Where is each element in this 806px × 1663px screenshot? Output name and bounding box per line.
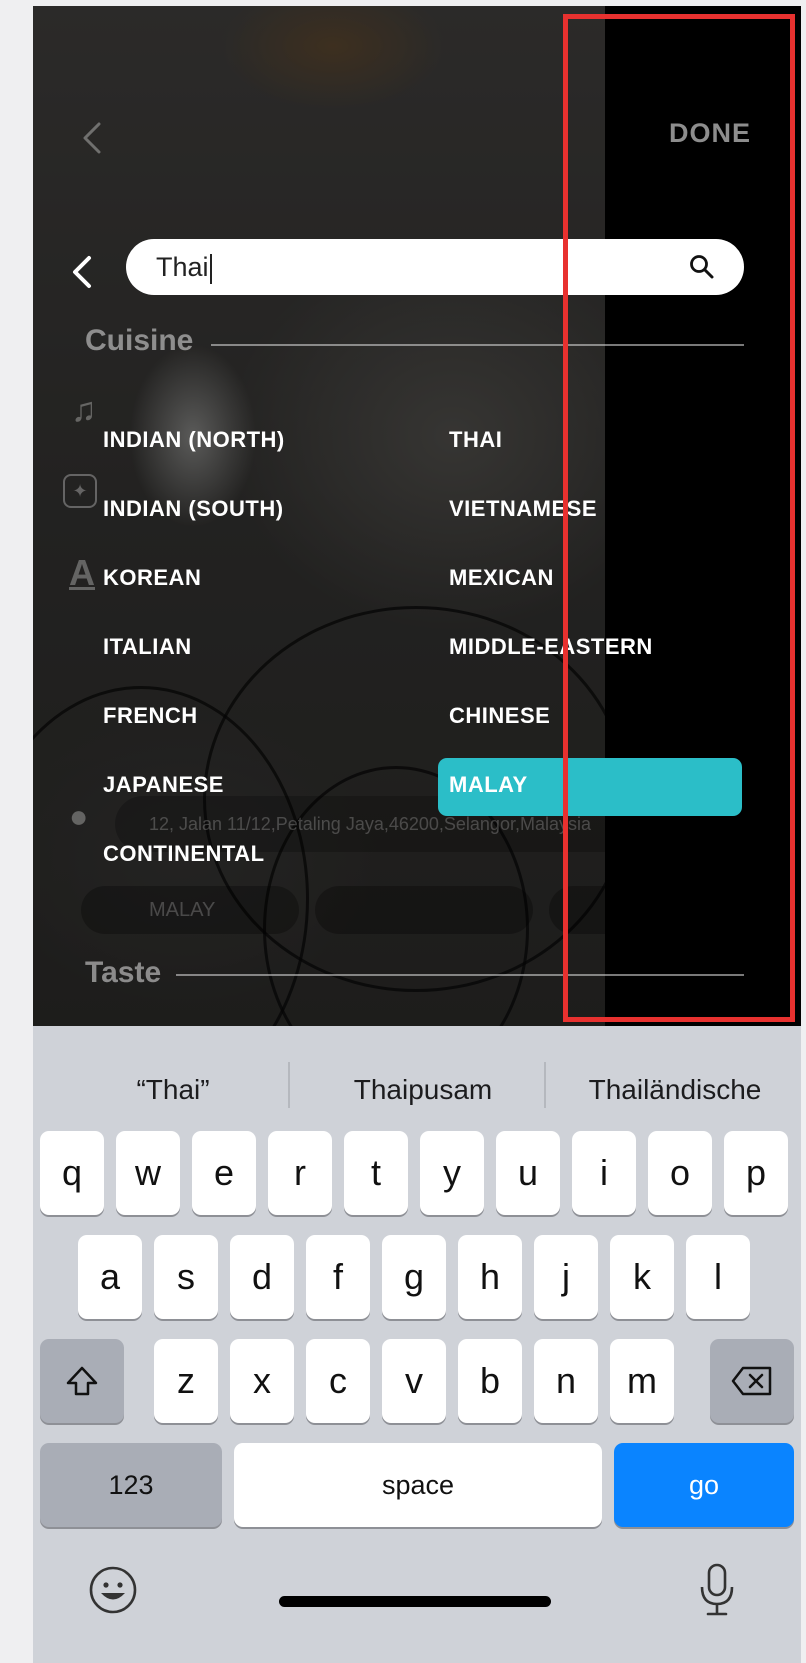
numbers-key[interactable]: 123 — [40, 1443, 222, 1527]
key[interactable]: u — [496, 1131, 560, 1215]
cuisine-option[interactable]: KOREAN — [103, 565, 201, 591]
phone-screen: ♫ ✦ A ● 12, Jalan 11/12,Petaling Jaya,46… — [33, 6, 801, 1663]
key[interactable]: w — [116, 1131, 180, 1215]
sparkle-icon: ✦ — [63, 474, 97, 508]
cuisine-option[interactable]: CONTINENTAL — [103, 841, 265, 867]
home-indicator — [279, 1596, 551, 1607]
key[interactable]: g — [382, 1235, 446, 1319]
key[interactable]: p — [724, 1131, 788, 1215]
emoji-icon[interactable] — [87, 1564, 139, 1616]
key[interactable]: h — [458, 1235, 522, 1319]
annotation-highlight-box — [563, 14, 795, 1022]
key[interactable]: f — [306, 1235, 370, 1319]
key[interactable]: a — [78, 1235, 142, 1319]
search-input[interactable]: Thai — [156, 252, 212, 284]
key[interactable]: s — [154, 1235, 218, 1319]
key[interactable]: o — [648, 1131, 712, 1215]
microphone-icon[interactable] — [697, 1562, 737, 1618]
music-icon: ♫ — [71, 391, 97, 429]
key[interactable]: z — [154, 1339, 218, 1423]
key[interactable]: q — [40, 1131, 104, 1215]
on-screen-keyboard: “Thai” Thaipusam Thailändische q w e r t… — [33, 1026, 801, 1663]
key[interactable]: r — [268, 1131, 332, 1215]
chip-malay: MALAY — [81, 886, 299, 934]
search-back-chevron-icon[interactable] — [63, 252, 103, 292]
suggestion-divider — [544, 1062, 546, 1108]
key[interactable]: m — [610, 1339, 674, 1423]
chip-label: MALAY — [149, 899, 216, 921]
key[interactable]: v — [382, 1339, 446, 1423]
suggestion-item[interactable]: Thaipusam — [303, 1074, 543, 1106]
cuisine-option[interactable]: INDIAN (NORTH) — [103, 427, 285, 453]
cuisine-option[interactable]: FRENCH — [103, 703, 198, 729]
cuisine-option[interactable]: INDIAN (SOUTH) — [103, 496, 284, 522]
back-chevron-icon[interactable] — [73, 118, 113, 158]
text-icon: A — [69, 552, 95, 593]
section-title-taste: Taste — [85, 956, 162, 989]
backspace-icon — [731, 1366, 772, 1396]
key[interactable]: j — [534, 1235, 598, 1319]
section-title-cuisine: Cuisine — [85, 324, 194, 357]
key[interactable]: i — [572, 1131, 636, 1215]
key[interactable]: b — [458, 1339, 522, 1423]
cuisine-option[interactable]: CHINESE — [449, 703, 550, 729]
chip-empty — [315, 886, 533, 934]
cuisine-option-selected[interactable]: MALAY — [449, 772, 528, 798]
key[interactable]: d — [230, 1235, 294, 1319]
suggestion-divider — [288, 1062, 290, 1108]
space-key[interactable]: space — [234, 1443, 602, 1527]
address-text: 12, Jalan 11/12,Petaling Jaya,46200,Sela… — [149, 814, 591, 834]
shift-key[interactable] — [40, 1339, 124, 1423]
key[interactable]: c — [306, 1339, 370, 1423]
key[interactable]: y — [420, 1131, 484, 1215]
key[interactable]: k — [610, 1235, 674, 1319]
text-caret — [209, 253, 212, 284]
search-input-value: Thai — [156, 252, 209, 282]
key[interactable]: l — [686, 1235, 750, 1319]
cuisine-option[interactable]: THAI — [449, 427, 502, 453]
cuisine-option[interactable]: MEXICAN — [449, 565, 554, 591]
go-key[interactable]: go — [614, 1443, 794, 1527]
key[interactable]: t — [344, 1131, 408, 1215]
cuisine-option[interactable]: JAPANESE — [103, 772, 224, 798]
cuisine-option[interactable]: ITALIAN — [103, 634, 192, 660]
backspace-key[interactable] — [710, 1339, 794, 1423]
app-area: ♫ ✦ A ● 12, Jalan 11/12,Petaling Jaya,46… — [33, 6, 801, 1026]
key[interactable]: n — [534, 1339, 598, 1423]
suggestion-item[interactable]: Thailändische — [555, 1074, 795, 1106]
location-pin-icon: ● — [69, 798, 89, 834]
key[interactable]: x — [230, 1339, 294, 1423]
key[interactable]: e — [192, 1131, 256, 1215]
shift-arrow-icon — [66, 1366, 98, 1396]
suggestion-item[interactable]: “Thai” — [73, 1074, 273, 1106]
